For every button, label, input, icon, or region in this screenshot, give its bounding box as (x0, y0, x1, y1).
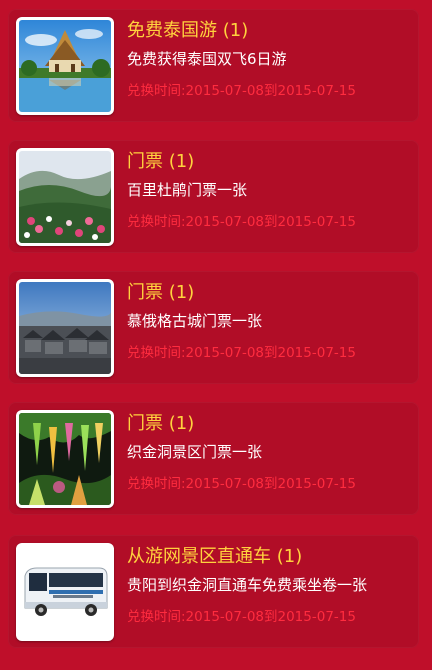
coupon-title: 免费泰国游 (1) (127, 20, 249, 41)
coupon-title: 门票 (1) (127, 151, 195, 172)
cave-image (16, 410, 114, 508)
thai-temple-image (16, 17, 114, 115)
coupon-title: 从游网景区直通车 (1) (127, 546, 303, 567)
coupon-card[interactable]: 门票 (1) 慕俄格古城门票一张 兑换时间:2015-07-08到2015-07… (8, 271, 419, 384)
coupon-exchange-time: 兑换时间:2015-07-08到2015-07-15 (127, 345, 356, 361)
coupon-title: 门票 (1) (127, 413, 195, 434)
coupon-exchange-time: 兑换时间:2015-07-08到2015-07-15 (127, 214, 356, 230)
coupon-description: 织金洞景区门票一张 (127, 443, 263, 461)
azalea-hills-image (16, 148, 114, 246)
coupon-list: 免费泰国游 (1) 免费获得泰国双飞6日游 兑换时间:2015-07-08到20… (0, 0, 432, 670)
coupon-title: 门票 (1) (127, 282, 195, 303)
bus-image (16, 543, 114, 641)
coupon-exchange-time: 兑换时间:2015-07-08到2015-07-15 (127, 83, 356, 99)
ancient-town-image (16, 279, 114, 377)
coupon-description: 贵阳到织金洞直通车免费乘坐卷一张 (127, 576, 368, 594)
coupon-description: 百里杜鹃门票一张 (127, 181, 248, 199)
coupon-card[interactable]: 门票 (1) 织金洞景区门票一张 兑换时间:2015-07-08到2015-07… (8, 402, 419, 515)
coupon-exchange-time: 兑换时间:2015-07-08到2015-07-15 (127, 476, 356, 492)
coupon-description: 慕俄格古城门票一张 (127, 312, 263, 330)
coupon-card[interactable]: 门票 (1) 百里杜鹃门票一张 兑换时间:2015-07-08到2015-07-… (8, 140, 419, 253)
coupon-description: 免费获得泰国双飞6日游 (127, 50, 287, 68)
coupon-card[interactable]: 从游网景区直通车 (1) 贵阳到织金洞直通车免费乘坐卷一张 兑换时间:2015-… (8, 535, 419, 648)
coupon-exchange-time: 兑换时间:2015-07-08到2015-07-15 (127, 609, 356, 625)
coupon-card[interactable]: 免费泰国游 (1) 免费获得泰国双飞6日游 兑换时间:2015-07-08到20… (8, 9, 419, 122)
